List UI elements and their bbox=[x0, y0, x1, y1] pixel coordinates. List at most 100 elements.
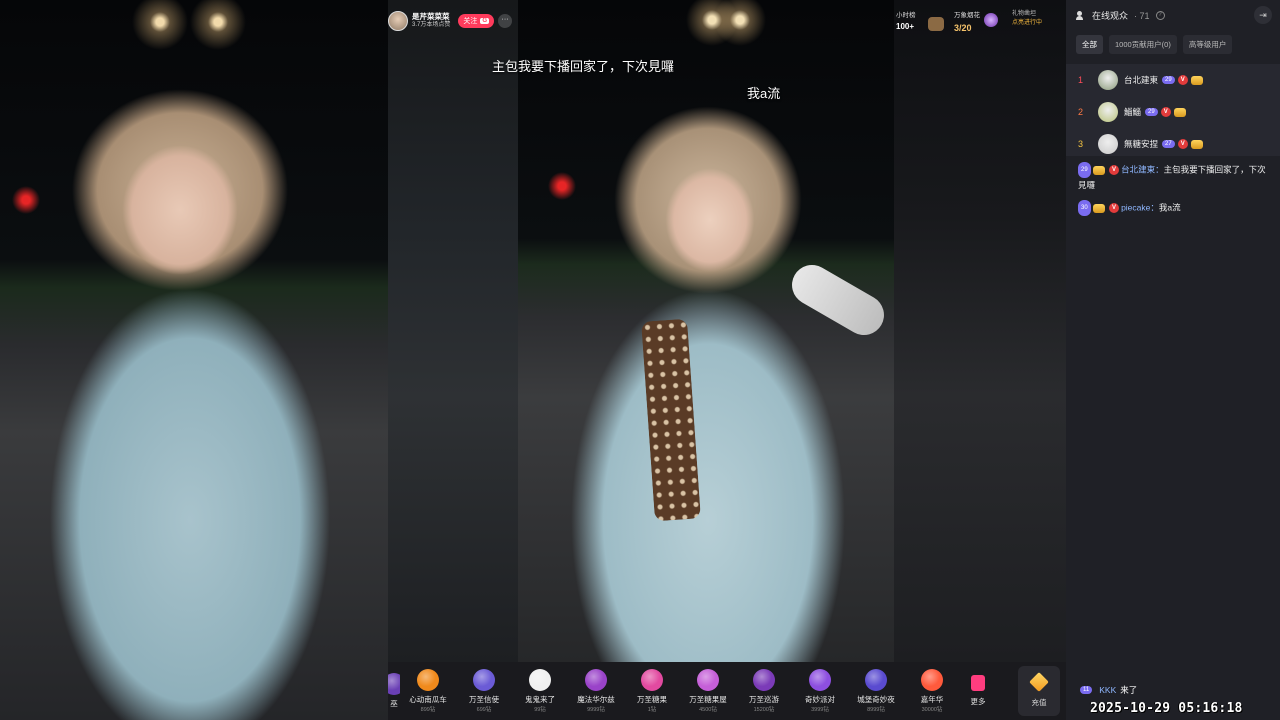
follow-label: 关注 bbox=[463, 18, 478, 25]
panel-header: 在线观众 · 71 ? bbox=[1076, 9, 1165, 22]
user-avatar[interactable] bbox=[1098, 70, 1118, 90]
fan-badge-icon bbox=[1190, 75, 1203, 85]
user-level-badge: 11 bbox=[1080, 686, 1093, 694]
gift-item[interactable]: 心动南瓜车 899钻 bbox=[400, 669, 456, 713]
chat-user[interactable]: 台北建東： bbox=[1121, 164, 1164, 174]
gift-bar: 巫 心动南瓜车 899钻 万圣信使 699钻 鬼鬼来了 99钻 魔法华尔兹 9999钻 万圣糖果 1… bbox=[388, 662, 1066, 720]
chat-list: 29 V 台北建東：主包我要下播回家了，下次見囉 30 Vpiecake：我a流 bbox=[1078, 162, 1274, 224]
gift-name: 嘉年华 bbox=[920, 695, 944, 704]
gift-icon bbox=[753, 669, 775, 691]
gift-name: 万圣巡游 bbox=[749, 695, 779, 704]
user-level-badge: 27 bbox=[1162, 140, 1175, 148]
gift-name: 魔法华尔兹 bbox=[577, 695, 615, 704]
anchor-name[interactable]: 是芹菜菜菜 bbox=[412, 12, 450, 21]
microphone-shape bbox=[784, 257, 892, 343]
ranking-row[interactable]: 1 台北建東 29 V bbox=[1066, 64, 1280, 96]
audience-panel: 在线观众 · 71 ? ⇥ 全部 1000贡献用户(0) 高等级用户 1 台北建東… bbox=[1066, 0, 1280, 720]
gift-bag-icon[interactable] bbox=[928, 17, 944, 31]
follow-button[interactable]: 关注 G bbox=[458, 14, 495, 28]
verified-badge-icon: V bbox=[1177, 75, 1188, 85]
fan-badge-icon bbox=[1092, 165, 1105, 175]
ranking-row[interactable]: 2 鯔鯔 29 V bbox=[1066, 96, 1280, 128]
gift-item[interactable]: 魔法华尔兹 9999钻 bbox=[568, 669, 624, 713]
gift-price: 4500钻 bbox=[699, 707, 717, 713]
collapse-panel-button[interactable]: ⇥ bbox=[1254, 6, 1272, 24]
gift-icon bbox=[641, 669, 663, 691]
filter-all[interactable]: 全部 bbox=[1076, 35, 1103, 54]
gift-icon bbox=[585, 669, 607, 691]
gift-event-status: 点亮进行中 bbox=[1012, 20, 1043, 26]
filter-high-level[interactable]: 高等级用户 bbox=[1182, 35, 1233, 54]
live-video[interactable] bbox=[518, 0, 894, 662]
user-name[interactable]: 無糖安捏 bbox=[1124, 138, 1158, 150]
ranking-row[interactable]: 3 無糖安捏 27 V bbox=[1066, 128, 1280, 160]
gift-name: 鬼鬼来了 bbox=[525, 695, 555, 704]
rank-number: 2 bbox=[1078, 107, 1084, 117]
gift-item[interactable]: 万圣信使 699钻 bbox=[456, 669, 512, 713]
gift-item[interactable]: 万圣糖果 1钻 bbox=[624, 669, 680, 713]
fireworks-value: 3/20 bbox=[954, 23, 972, 33]
user-avatar[interactable] bbox=[1098, 102, 1118, 122]
chat-user[interactable]: piecake： bbox=[1121, 202, 1159, 212]
user-name[interactable]: 台北建東 bbox=[1124, 74, 1158, 86]
panel-title: 在线观众 bbox=[1092, 11, 1129, 21]
gift-icon bbox=[865, 669, 887, 691]
audience-count: · 71 bbox=[1134, 10, 1150, 21]
video-stage[interactable]: 主包我要下播回家了，下次見囉 我a流 bbox=[388, 0, 894, 662]
gift-icon bbox=[697, 669, 719, 691]
gift-price: 15200钻 bbox=[753, 707, 775, 713]
gift-item[interactable]: 鬼鬼来了 99钻 bbox=[512, 669, 568, 713]
gift-item[interactable]: 万圣巡游 15200钻 bbox=[736, 669, 792, 713]
verified-badge-icon: V bbox=[1109, 203, 1120, 213]
anchor-avatar[interactable] bbox=[388, 11, 408, 31]
live-stream-window: 主包我要下播回家了，下次見囉 我a流 是芹菜菜菜 3.7万本场点赞 关注 G ·… bbox=[0, 0, 1280, 720]
filter-contributors[interactable]: 1000贡献用户(0) bbox=[1109, 35, 1177, 54]
gift-name: 万圣糖果 bbox=[637, 695, 667, 704]
timestamp-overlay: 2025-10-29 05:16:18 bbox=[1090, 701, 1243, 716]
chat-message: 30 Vpiecake：我a流 bbox=[1078, 200, 1274, 216]
gift-event[interactable]: 礼物凿坦 点亮进行中 bbox=[1012, 10, 1042, 28]
gift-price: 30000钻 bbox=[921, 707, 943, 713]
gift-list: 巫 心动南瓜车 899钻 万圣信使 699钻 鬼鬼来了 99钻 魔法华尔兹 9999钻 万圣糖果 1… bbox=[388, 662, 960, 720]
verified-badge-icon: V bbox=[1109, 165, 1120, 175]
gift-item[interactable]: 巫 bbox=[388, 673, 400, 709]
gift-icon bbox=[921, 669, 943, 691]
people-icon bbox=[1076, 11, 1086, 20]
gift-item[interactable]: 万圣糖果屋 4500钻 bbox=[680, 669, 736, 713]
gift-item[interactable]: 奇妙派对 3999钻 bbox=[792, 669, 848, 713]
gift-event-label: 礼物凿坦 bbox=[1012, 11, 1037, 17]
hourly-rank-label: 小时榜 bbox=[896, 12, 916, 19]
more-gifts-button[interactable]: 更多 bbox=[960, 675, 996, 707]
audience-filters: 全部 1000贡献用户(0) 高等级用户 bbox=[1076, 35, 1233, 54]
gift-price: 699钻 bbox=[476, 707, 492, 713]
scarf-shape bbox=[641, 318, 701, 522]
verified-badge-icon: V bbox=[1160, 107, 1171, 117]
diamond-icon bbox=[1029, 671, 1049, 692]
gift-icon bbox=[529, 669, 551, 691]
gift-name: 城堡奇妙夜 bbox=[857, 695, 895, 704]
fan-badge-icon bbox=[1173, 107, 1186, 117]
gift-item[interactable]: 嘉年华 30000钻 bbox=[904, 669, 960, 713]
blurred-background-left bbox=[0, 0, 388, 720]
danmaku-message: 主包我要下播回家了，下次見囉 bbox=[492, 59, 675, 74]
gift-name: 心动南瓜车 bbox=[409, 695, 447, 704]
fan-badge-icon bbox=[1190, 139, 1203, 149]
hourly-rank-value: 100+ bbox=[896, 22, 915, 31]
purple-orb-icon[interactable] bbox=[984, 13, 998, 27]
more-options-button[interactable]: ··· bbox=[498, 14, 513, 28]
user-level-badge: 29 bbox=[1078, 162, 1091, 178]
anchor-likes: 3.7万本场点赞 bbox=[412, 22, 451, 28]
recharge-button[interactable]: 充值 bbox=[1018, 666, 1060, 716]
fireworks-progress[interactable]: 万象烟花 3/20 bbox=[954, 10, 980, 34]
help-icon[interactable]: ? bbox=[1155, 11, 1165, 20]
fireworks-label: 万象烟花 bbox=[954, 12, 980, 19]
user-name[interactable]: 鯔鯔 bbox=[1124, 106, 1141, 118]
enter-user[interactable]: KKK bbox=[1099, 685, 1116, 695]
hourly-rank[interactable]: 小时榜 100+ bbox=[896, 10, 916, 32]
follow-badge: G bbox=[480, 18, 490, 24]
gift-item[interactable]: 城堡奇妙夜 8999钻 bbox=[848, 669, 904, 713]
gift-price: 1钻 bbox=[647, 707, 657, 713]
user-avatar[interactable] bbox=[1098, 134, 1118, 154]
fan-badge-icon bbox=[1092, 203, 1105, 213]
gift-price: 3999钻 bbox=[811, 707, 829, 713]
